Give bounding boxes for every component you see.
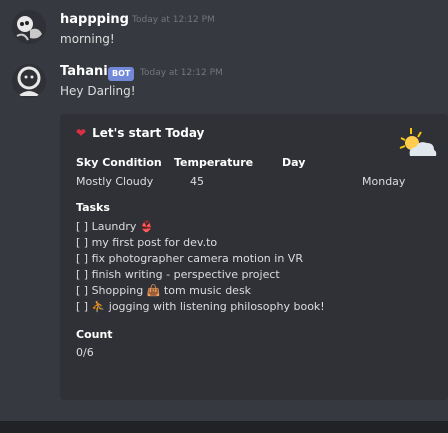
table-cell: 45 [190,175,204,188]
avatar-image [12,10,46,44]
embed-title-text: Let's start Today [92,126,205,140]
timestamp: Today at 12:12 PM [140,68,223,78]
table-cell: Mostly Cloudy [76,175,154,188]
message-text: Hey Darling! [60,84,136,98]
bot-avatar[interactable] [12,64,46,98]
username[interactable]: happping [60,12,129,27]
message-text: morning! [60,32,115,46]
task-item: [ ] my first post for dev.to [76,236,218,249]
count-label: Count [76,328,113,341]
task-item: [ ] finish writing - perspective project [76,268,280,281]
username[interactable]: Tahani [60,64,108,79]
sun-behind-cloud-icon [394,124,438,164]
user-avatar[interactable] [12,10,46,44]
tasks-label: Tasks [76,201,110,214]
rich-embed: ❤ Let's start Today Sky Condition Tempera… [60,114,448,400]
table-header: Sky Condition [76,156,162,169]
table-cell: Monday [362,175,406,188]
avatar-image [12,64,46,98]
task-item: [ ] ⛹ jogging with listening philosophy … [76,300,325,313]
bot-badge: BOT [108,67,135,81]
count-value: 0/6 [76,346,94,359]
task-item: [ ] Laundry 👙 [76,220,154,233]
timestamp: Today at 12:12 PM [132,15,215,25]
embed-title: ❤ Let's start Today [76,126,204,140]
table-header: Day [282,156,306,169]
task-item: [ ] Shopping 👜 tom music desk [76,284,252,297]
task-item: [ ] fix photographer camera motion in VR [76,252,303,265]
table-header: Temperature [174,156,254,169]
heart-icon: ❤ [76,126,87,140]
message-input-area[interactable] [0,421,448,433]
